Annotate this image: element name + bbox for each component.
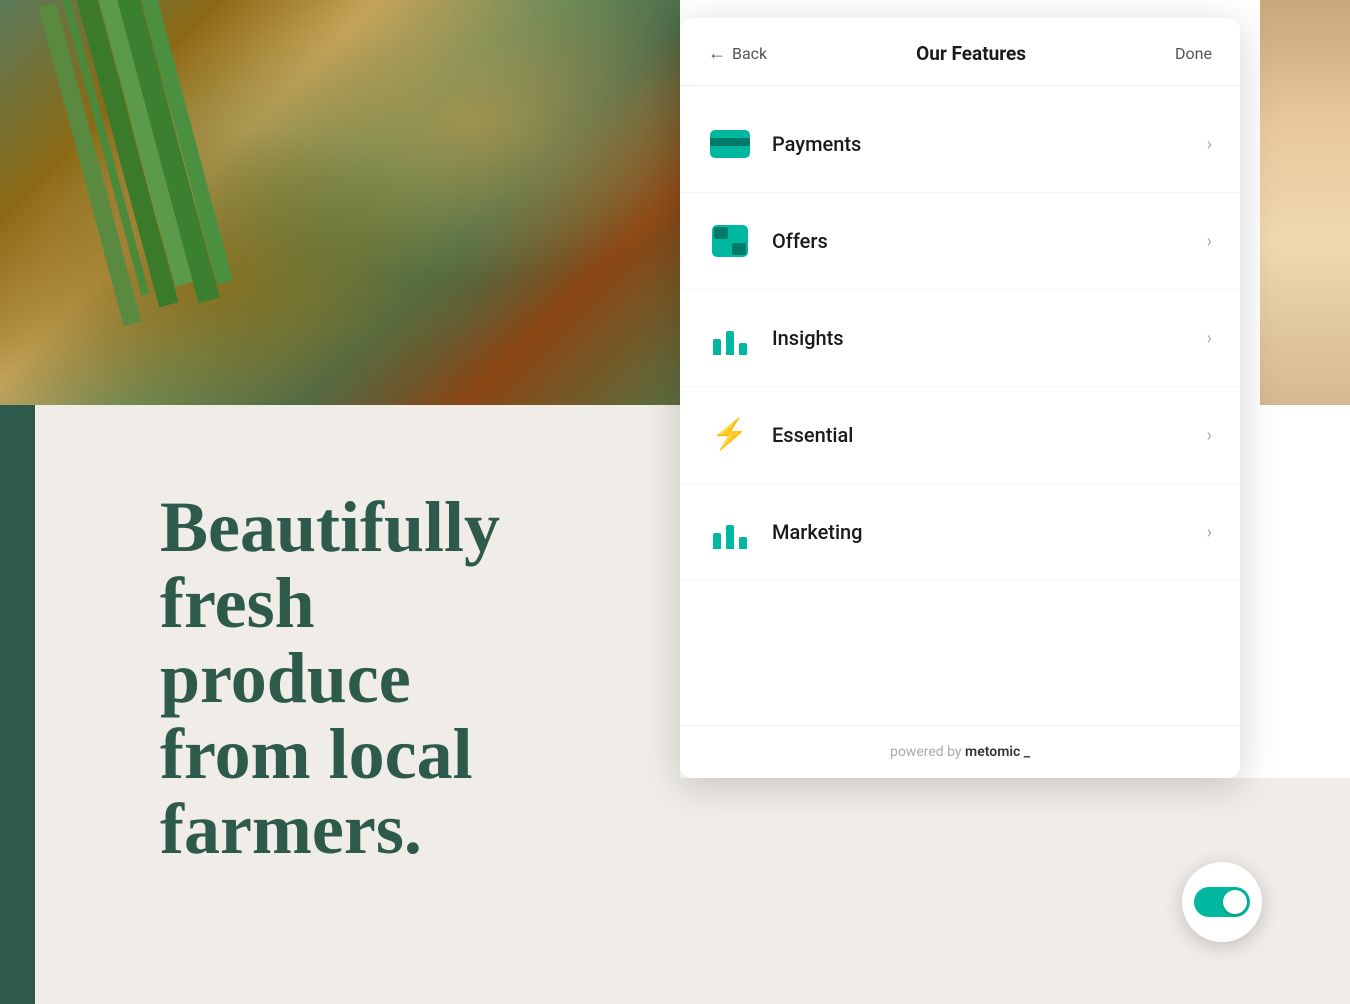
essential-icon: ⚡ <box>708 413 752 457</box>
back-button[interactable]: ← Back <box>708 43 767 64</box>
back-arrow-icon: ← <box>708 43 726 64</box>
chevron-right-icon: › <box>1207 134 1212 155</box>
insights-icon <box>708 316 752 360</box>
chevron-right-icon: › <box>1207 425 1212 446</box>
chevron-right-icon: › <box>1207 522 1212 543</box>
payments-label: Payments <box>772 132 1207 156</box>
teal-strip <box>0 405 35 1004</box>
menu-item-insights[interactable]: Insights › <box>680 290 1240 387</box>
menu-list: Payments › Offers › Insights › <box>680 86 1240 725</box>
features-panel: ← Back Our Features Done Payments › Offe… <box>680 18 1240 778</box>
offers-icon <box>708 219 752 263</box>
hero-food-image <box>0 0 680 405</box>
menu-item-marketing[interactable]: Marketing › <box>680 484 1240 581</box>
menu-item-payments[interactable]: Payments › <box>680 96 1240 193</box>
back-label: Back <box>732 44 767 63</box>
insights-label: Insights <box>772 326 1207 350</box>
lightning-icon: ⚡ <box>711 420 748 450</box>
toggle-thumb <box>1223 890 1247 914</box>
menu-item-essential[interactable]: ⚡ Essential › <box>680 387 1240 484</box>
toggle-fab-button[interactable] <box>1182 862 1262 942</box>
chevron-right-icon: › <box>1207 231 1212 252</box>
panel-header: ← Back Our Features Done <box>680 18 1240 86</box>
done-button[interactable]: Done <box>1175 44 1212 63</box>
marketing-label: Marketing <box>772 520 1207 544</box>
panel-footer: powered by metomic _ <box>680 725 1240 778</box>
essential-label: Essential <box>772 423 1207 447</box>
top-right-image <box>1260 0 1350 405</box>
powered-by-text: powered by <box>890 744 962 760</box>
brand-name: metomic _ <box>965 744 1030 760</box>
payments-icon <box>708 122 752 166</box>
toggle-switch <box>1194 887 1250 917</box>
offers-label: Offers <box>772 229 1207 253</box>
hero-text: Beautifully fresh produce from local far… <box>160 490 500 868</box>
menu-item-offers[interactable]: Offers › <box>680 193 1240 290</box>
marketing-icon <box>708 510 752 554</box>
panel-title: Our Features <box>916 42 1026 65</box>
chevron-right-icon: › <box>1207 328 1212 349</box>
